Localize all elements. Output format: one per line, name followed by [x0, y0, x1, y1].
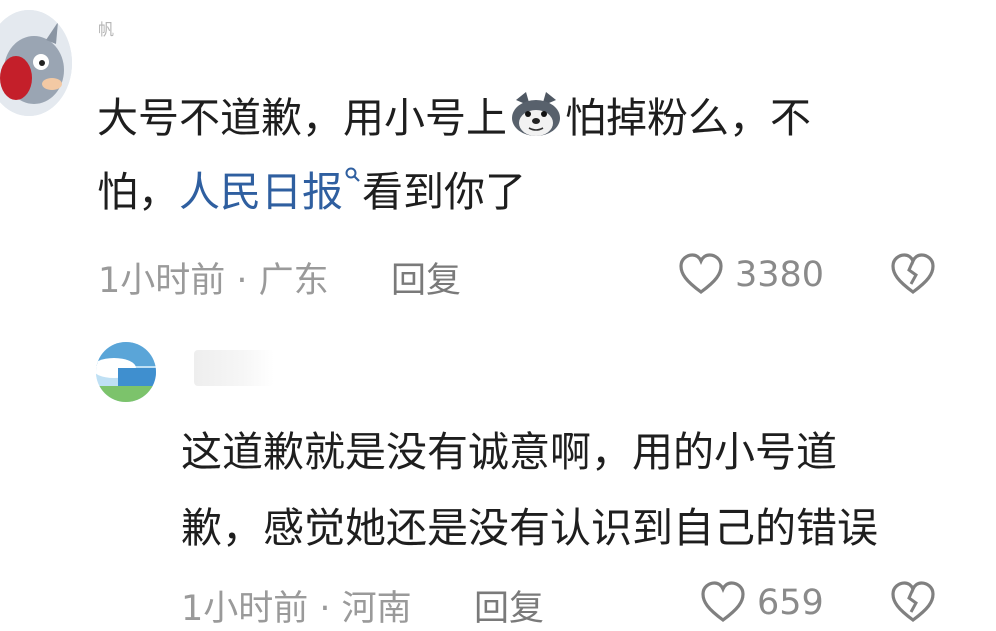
- comment-text: 看到你了: [362, 168, 526, 216]
- mention-link[interactable]: 人民日报: [179, 168, 343, 216]
- reply-button[interactable]: 回复: [474, 580, 544, 631]
- like-count: 659: [757, 583, 824, 623]
- avatar-cartoon-icon: [0, 10, 72, 116]
- avatar[interactable]: [0, 10, 72, 116]
- doge-emoji-icon: [512, 92, 560, 136]
- comment-text-line: 怕，人民日报 看到你了: [97, 155, 526, 229]
- comment-meta: 1小时前 · 河南: [181, 589, 412, 629]
- comment-text: 怕，: [97, 168, 179, 216]
- comment-text-line: 这道歉就是没有诚意啊，用的小号道: [181, 428, 837, 476]
- heart-outline-icon[interactable]: [678, 252, 724, 296]
- comment-text: 怕掉粉么，不: [565, 94, 811, 142]
- search-icon[interactable]: [344, 166, 362, 184]
- like-count: 3380: [735, 255, 825, 295]
- username-redacted[interactable]: [194, 350, 274, 386]
- broken-heart-icon[interactable]: [890, 580, 936, 624]
- comment-text-line: 大号不道歉，用小号上 怕掉粉么，不: [97, 81, 811, 155]
- broken-heart-icon[interactable]: [890, 252, 936, 296]
- username[interactable]: 帆: [98, 16, 115, 40]
- comment-text: 大号不道歉，用小号上: [97, 94, 507, 142]
- avatar-landscape-icon: [96, 342, 156, 402]
- reply-button[interactable]: 回复: [391, 252, 461, 303]
- avatar[interactable]: [96, 342, 156, 402]
- comment-meta: 1小时前 · 广东: [98, 261, 329, 301]
- comment-text-line: 歉，感觉她还是没有认识到自己的错误: [181, 504, 878, 552]
- heart-outline-icon[interactable]: [700, 580, 746, 624]
